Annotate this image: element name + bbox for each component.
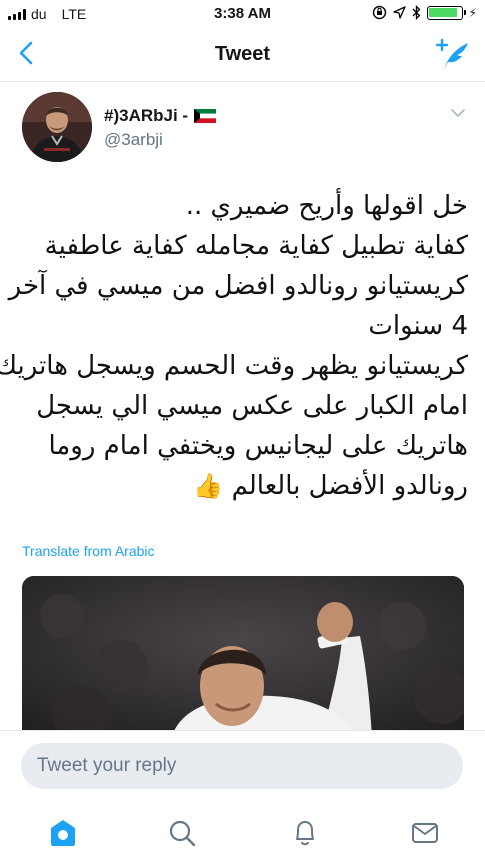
navigation-bar: Tweet — [0, 28, 485, 82]
tweet-line: امام الكبار على عكس ميسي الي يسجل — [36, 391, 468, 421]
translate-link[interactable]: Translate from Arabic — [22, 543, 155, 559]
kuwait-flag-icon — [194, 109, 217, 123]
status-bar: du LTE 3:38 AM ⚡ — [0, 0, 485, 28]
media-photo — [22, 576, 464, 736]
display-name[interactable]: #)3ARbJi - — [104, 106, 217, 126]
chevron-down-icon[interactable] — [449, 106, 467, 120]
tweet-line: كريستيانو يظهر وقت الحسم ويسجل هاتريك — [0, 351, 468, 381]
messages-icon[interactable] — [410, 818, 440, 848]
location-arrow-icon — [392, 6, 406, 19]
tweet-line: كفاية تطبيل كفاية مجامله كفاية عاطفية — [44, 231, 468, 261]
charging-icon: ⚡ — [468, 5, 477, 20]
display-name-text: #)3ARbJi - — [104, 106, 189, 125]
status-bar-right: ⚡ — [372, 5, 477, 20]
bluetooth-icon — [412, 5, 420, 20]
tweet-last-line: رونالدو الأفضل بالعالم 👍 — [18, 466, 468, 506]
thumbs-up-emoji: 👍 — [193, 472, 224, 500]
tweet-media-image[interactable] — [22, 576, 464, 736]
tweet-line: كريستيانو رونالدو افضل من ميسي في آخر — [8, 271, 468, 301]
home-icon[interactable] — [48, 818, 78, 848]
search-icon[interactable] — [167, 818, 197, 848]
page-title: Tweet — [214, 43, 271, 65]
user-handle[interactable]: @3arbji — [104, 130, 163, 150]
battery-level — [429, 8, 457, 17]
tweet-text: خل اقولها وأريح ضميري .. كفاية تطبيل كفا… — [0, 186, 468, 506]
tweet-line: 4 سنوات — [368, 311, 468, 341]
tweet-line: رونالدو الأفضل بالعالم — [231, 471, 468, 501]
tweet-line: هاتريك على ليجانيس ويختفي امام روما — [48, 431, 468, 461]
avatar-image — [22, 92, 92, 162]
tweet-line: خل اقولها وأريح ضميري .. — [185, 191, 468, 221]
compose-tweet-icon[interactable] — [435, 36, 471, 72]
battery-icon — [426, 5, 466, 20]
tab-bar — [0, 806, 485, 863]
avatar[interactable] — [22, 92, 92, 162]
rotation-lock-icon — [372, 5, 386, 20]
reply-input[interactable] — [21, 743, 463, 789]
notifications-icon[interactable] — [290, 818, 320, 848]
reply-bar — [0, 730, 485, 806]
